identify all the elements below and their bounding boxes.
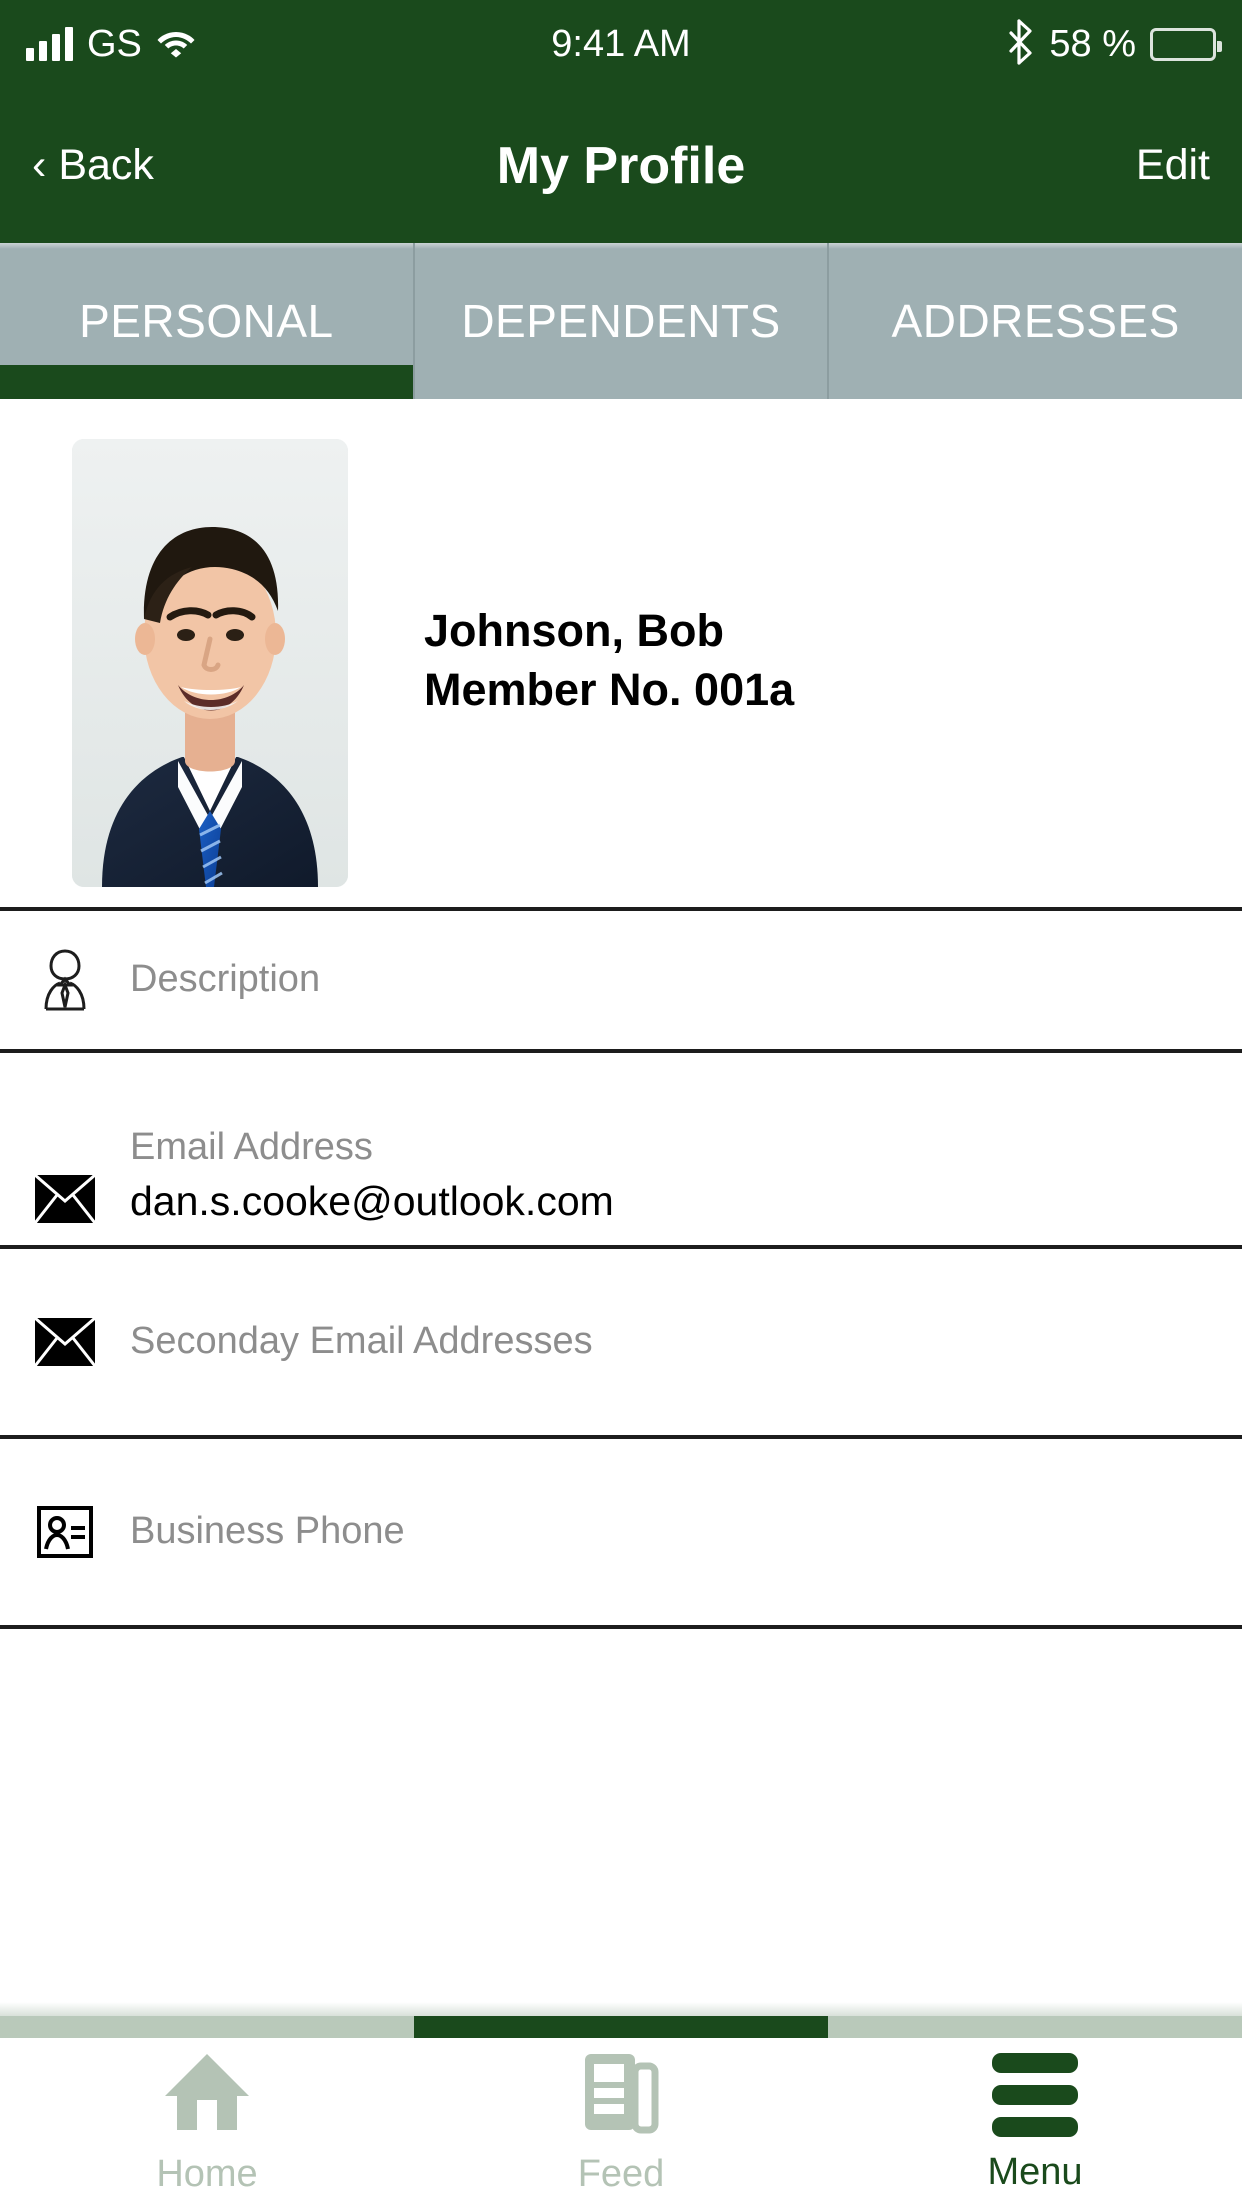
page-indicator-fill (413, 2016, 828, 2038)
bottom-nav-label-home: Home (156, 2153, 258, 2195)
field-value-email-address: dan.s.cooke@outlook.com (130, 1177, 614, 1224)
bottom-bar-wrapper: Home Feed Menu (0, 2002, 1242, 2208)
tab-addresses[interactable]: ADDRESSES (827, 243, 1242, 399)
profile-identity: Johnson, Bob Member No. 001a (424, 601, 794, 720)
status-left-group: GS (26, 25, 196, 63)
field-body-secondary-email: Seconday Email Addresses (130, 1318, 1242, 1366)
status-bar: GS 9:41 AM 58 % (0, 0, 1242, 88)
tab-addresses-label: ADDRESSES (891, 295, 1180, 347)
page-indicator-track[interactable] (0, 2002, 1242, 2038)
field-body-description: Description (130, 956, 1242, 1004)
home-icon (161, 2050, 253, 2139)
bottom-navigation: Home Feed Menu (0, 2038, 1242, 2208)
field-label-description: Description (130, 958, 321, 1001)
field-label-secondary-email: Seconday Email Addresses (130, 1320, 593, 1363)
person-suit-icon (0, 947, 130, 1013)
feed-icon (581, 2050, 661, 2139)
field-row-business-phone[interactable]: Business Phone (0, 1439, 1242, 1629)
profile-header: Johnson, Bob Member No. 001a (0, 399, 1242, 907)
profile-content: Johnson, Bob Member No. 001a Description (0, 399, 1242, 1629)
wifi-icon (156, 26, 196, 63)
bottom-nav-item-home[interactable]: Home (0, 2038, 414, 2208)
profile-name: Johnson, Bob (424, 605, 724, 656)
field-body-email-address: Email Address dan.s.cooke@outlook.com (130, 1124, 1242, 1227)
bluetooth-icon (1007, 18, 1035, 70)
profile-field-list: Description Email Address dan.s.cooke@ou… (0, 907, 1242, 1629)
bottom-nav-item-menu[interactable]: Menu (828, 2038, 1242, 2208)
battery-icon (1150, 27, 1222, 61)
profile-photo (72, 439, 348, 887)
envelope-icon (0, 1175, 130, 1227)
bottom-nav-label-feed: Feed (577, 2153, 665, 2195)
bottom-nav-label-menu: Menu (987, 2150, 1083, 2193)
contact-card-icon (0, 1506, 130, 1558)
field-row-secondary-email[interactable]: Seconday Email Addresses (0, 1249, 1242, 1439)
tab-personal-label: PERSONAL (79, 295, 334, 347)
navigation-bar: ‹ Back My Profile Edit (0, 88, 1242, 243)
bottom-nav-item-feed[interactable]: Feed (414, 2038, 828, 2208)
avatar[interactable] (72, 439, 348, 887)
field-row-email-address[interactable]: Email Address dan.s.cooke@outlook.com (0, 1053, 1242, 1249)
signal-bars-icon (26, 27, 73, 61)
carrier-label: GS (87, 23, 142, 65)
field-body-business-phone: Business Phone (130, 1508, 1242, 1556)
segment-tab-bar: PERSONAL DEPENDENTS ADDRESSES (0, 243, 1242, 399)
field-row-description[interactable]: Description (0, 911, 1242, 1053)
chevron-left-icon: ‹ (32, 141, 47, 189)
tab-dependents-label: DEPENDENTS (461, 295, 781, 347)
hamburger-icon (992, 2052, 1078, 2137)
field-label-business-phone: Business Phone (130, 1510, 405, 1553)
page-title: My Profile (496, 136, 746, 195)
envelope-icon (0, 1318, 130, 1366)
field-label-email-address: Email Address (130, 1126, 373, 1169)
tab-dependents[interactable]: DEPENDENTS (412, 243, 828, 399)
tab-personal[interactable]: PERSONAL (0, 243, 413, 399)
edit-button[interactable]: Edit (1136, 141, 1210, 190)
profile-member-no: Member No. 001a (424, 664, 795, 716)
battery-percent-label: 58 % (1049, 22, 1136, 65)
status-right-group: 58 % (1007, 18, 1222, 70)
back-button[interactable]: ‹ Back (32, 141, 154, 190)
back-button-label: Back (58, 141, 154, 189)
